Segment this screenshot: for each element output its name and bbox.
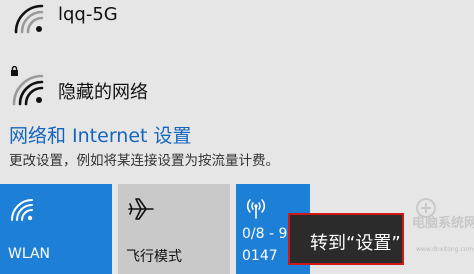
hotspot-status-line2: 0147 [242, 248, 278, 264]
network-item-hidden[interactable]: 隐藏的网络 [0, 62, 474, 116]
wifi-lock-icon [11, 66, 44, 106]
tooltip-text: 转到“设置” [310, 233, 401, 254]
network-settings-description: 更改设置，例如将某连接设置为按流量计费。 [9, 153, 279, 169]
wifi-icon [11, 199, 33, 221]
network-name: 隐藏的网络 [58, 82, 148, 103]
hotspot-icon [246, 199, 266, 219]
hotspot-status-line1: 0/8 - 9 [242, 226, 288, 242]
watermark-url: www.dnxitong.com [416, 246, 474, 253]
wlan-toggle-tile[interactable]: WLAN [0, 184, 112, 274]
network-item-lqq-5g[interactable]: lqq-5G [0, 0, 474, 48]
wlan-tile-label: WLAN [8, 246, 51, 262]
wifi-icon [14, 4, 44, 34]
airplane-icon [128, 198, 154, 220]
network-name: lqq-5G [58, 4, 118, 25]
network-settings-link[interactable]: 网络和 Internet 设置 [9, 121, 192, 148]
watermark-text: 电脑系统网 [412, 216, 474, 231]
airplane-mode-tile[interactable]: 飞行模式 [118, 184, 230, 274]
go-to-settings-tooltip: 转到“设置” [288, 213, 404, 265]
airplane-tile-label: 飞行模式 [126, 249, 182, 265]
